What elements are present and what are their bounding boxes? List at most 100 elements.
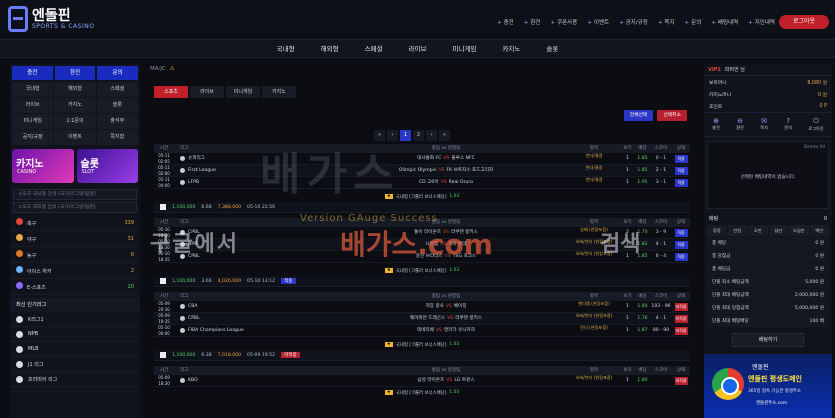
nav-item-4[interactable]: 미니게임 (452, 40, 476, 57)
amount-button-4[interactable]: 오십만 (789, 225, 809, 236)
league-item[interactable]: K리그1 (10, 312, 140, 327)
table-row[interactable]: 05-11 02:05 슈퍼리그 대사통화 FC VS 울루스 NFC 언더/결경 1 1.8… (154, 153, 690, 165)
left-grid-item-6[interactable]: 미니게임 (12, 114, 54, 129)
select-checkbox[interactable] (160, 352, 166, 358)
sport-item[interactable]: 축구 339 (10, 215, 140, 231)
page-3[interactable]: 2 (413, 130, 424, 141)
left-grid-item-9[interactable]: 공지/규정 (12, 130, 54, 145)
left-grid-item-3[interactable]: 라이브 (12, 98, 54, 113)
nav-item-2[interactable]: 스페셜 (365, 40, 383, 57)
quick-action-0[interactable]: ⊕ 충전 (712, 117, 720, 132)
slot-banner[interactable]: 슬롯 SLOT (76, 149, 138, 183)
quick-action-2[interactable]: ✉ 쪽지 (760, 117, 768, 132)
select-checkbox[interactable] (160, 278, 166, 284)
topmenu-item-4[interactable]: + 공지/규정 (619, 18, 648, 26)
amount-button-2[interactable]: 오만 (748, 225, 768, 236)
status-cell: 적중 (672, 153, 690, 164)
topmenu-item-3[interactable]: + 이벤트 (587, 18, 609, 26)
topmenu-item-7[interactable]: + 배팅내역 (711, 18, 738, 26)
nav-item-5[interactable]: 카지노 (502, 40, 520, 57)
delete-all-button[interactable]: Delete All (804, 145, 825, 150)
league-item[interactable]: MLB (10, 342, 140, 357)
left-grid-item-8[interactable]: 출석부 (96, 114, 138, 129)
domain-ad-banner[interactable]: 엔돌핀 엔돌핀 평생도메인 365일 접속 가능한 평생주소 엔돌핀주소.com (704, 354, 832, 418)
nav-item-3[interactable]: 라이브 (409, 40, 427, 57)
topmenu-item-5[interactable]: + 쪽지 (658, 18, 675, 26)
tab-3[interactable]: 카지노 (262, 86, 296, 98)
tab-1[interactable]: 라이브 (190, 86, 224, 98)
overseas-search-input[interactable]: 스포츠 해외형 검색 (국가/리그명/팀명) (13, 202, 137, 213)
topmenu-item-8[interactable]: + 지인내역 (748, 18, 775, 26)
left-quick-button-2[interactable]: 문의 (97, 66, 139, 80)
balance-row: 카지노머니 0 원 (704, 88, 832, 100)
away-team: 말라가 유니카하 (443, 328, 475, 333)
table-row[interactable]: 05-09 18:30 KBO 삼성 라이온즈 VS LG 트윈스 오버/언더 (연장포함… (154, 375, 690, 387)
sport-item[interactable]: 야구 31 (10, 231, 140, 247)
quick-action-icon: ✉ (761, 117, 768, 125)
score: 6 - 4 (655, 254, 667, 259)
topmenu-item-0[interactable]: + 충전 (497, 18, 514, 26)
page-2[interactable]: 1 (400, 130, 411, 141)
sport-item[interactable]: E-스포츠 20 (10, 279, 140, 295)
sport-name: E-스포츠 (27, 285, 46, 291)
tab-0[interactable]: 스포츠 (154, 86, 188, 98)
sport-item[interactable]: 아이스 하키 2 (10, 263, 140, 279)
select-checkbox[interactable] (160, 204, 166, 210)
casino-banner[interactable]: 카지노 CASINO (12, 149, 74, 183)
odds: 1.85 (637, 168, 648, 173)
sport-item[interactable]: 농구 6 (10, 247, 140, 263)
win-amount: 7,018,000 (217, 352, 242, 358)
sport-count: 2 (130, 267, 134, 274)
amount-button-3[interactable]: 십만 (768, 225, 788, 236)
page-4[interactable]: › (426, 130, 437, 141)
left-grid-item-0[interactable]: 국내형 (12, 82, 54, 97)
nav-item-0[interactable]: 국내형 (277, 40, 295, 57)
odds: 1.76 (637, 316, 648, 321)
left-grid-item-2[interactable]: 스페셜 (96, 82, 138, 97)
place-bet-button[interactable]: 배팅하기 (732, 333, 804, 347)
topmenu-item-1[interactable]: + 환전 (524, 18, 541, 26)
status-badge: 미적중 (674, 327, 688, 335)
league-item[interactable]: J1 리그 (10, 357, 140, 372)
total-odds: 3.66 (201, 278, 212, 284)
domestic-search-input[interactable]: 스포츠 국내형 검색 (국가/리그명/팀명) (13, 189, 137, 200)
score: 4 - 1 (655, 242, 667, 247)
left-grid-item-11[interactable]: 쪽지함 (96, 130, 138, 145)
table-row[interactable]: 05-10 00:00 FIBA Champions League 테네리페 VS 말라… (154, 325, 690, 337)
table-row[interactable]: 05-09 19:35 CPBL 웨이취안 드래곤스 VS 라쿠텐 몽키스 오버/언더 (… (154, 313, 690, 325)
nav-item-6[interactable]: 슬롯 (546, 40, 558, 57)
balance-value: 0 원 (818, 92, 827, 98)
table-row[interactable]: 05-11 04:00 LFPB CD 고0어 VS Real Oruro 언더/결경 1 1… (154, 177, 690, 189)
league-item[interactable]: NPB (10, 327, 140, 342)
header-cell: 상태 (676, 368, 686, 373)
league-item[interactable]: 프리미어 리그 (10, 372, 140, 387)
left-grid-item-1[interactable]: 해외형 (54, 82, 96, 97)
left-quick-button-0[interactable]: 충전 (12, 66, 53, 80)
status-badge: 적중 (674, 253, 688, 261)
left-grid-item-10[interactable]: 이벤트 (54, 130, 96, 145)
nav-item-1[interactable]: 해외형 (321, 40, 339, 57)
amount-button-1[interactable]: 만원 (727, 225, 747, 236)
page-5[interactable]: » (439, 130, 450, 141)
left-grid-item-4[interactable]: 카지노 (54, 98, 96, 113)
bet-date: 05-09 19:52 (247, 352, 276, 358)
topmenu-item-6[interactable]: + 문의 (685, 18, 702, 26)
topmenu-item-2[interactable]: + 쿠폰사용 (550, 18, 577, 26)
left-quick-button-1[interactable]: 환전 (54, 66, 96, 80)
table-row[interactable]: 05-11 02:00 First League Olimpic Olympic VS… (154, 165, 690, 177)
deselect-button[interactable]: 선택취소 (657, 110, 687, 121)
left-grid-item-7[interactable]: 1:1문의 (54, 114, 96, 129)
logout-button[interactable]: 로그아웃 (779, 15, 829, 29)
tab-2[interactable]: 미니게임 (226, 86, 260, 98)
left-grid-item-5[interactable]: 슬롯 (96, 98, 138, 113)
table-row[interactable]: 05-09 20:30 CBA 저장 광사 VS 베이징 핸디캡 (연장포함) 1 1.80 1… (154, 301, 690, 313)
quick-action-1[interactable]: ⊖ 환전 (736, 117, 744, 132)
pick: 1 (626, 180, 629, 185)
amount-button-5[interactable]: 백만 (809, 225, 829, 236)
logo[interactable]: 엔돌핀 SPORTS & CASINO (8, 6, 94, 32)
amount-button-0[interactable]: 정정 (707, 225, 727, 236)
header-cell: 항목 (589, 146, 599, 151)
quick-action-4[interactable]: ⏻ 로그아웃 (808, 117, 823, 132)
quick-action-3[interactable]: ? 문의 (784, 117, 792, 132)
select-all-button[interactable]: 전체선택 (623, 110, 654, 121)
